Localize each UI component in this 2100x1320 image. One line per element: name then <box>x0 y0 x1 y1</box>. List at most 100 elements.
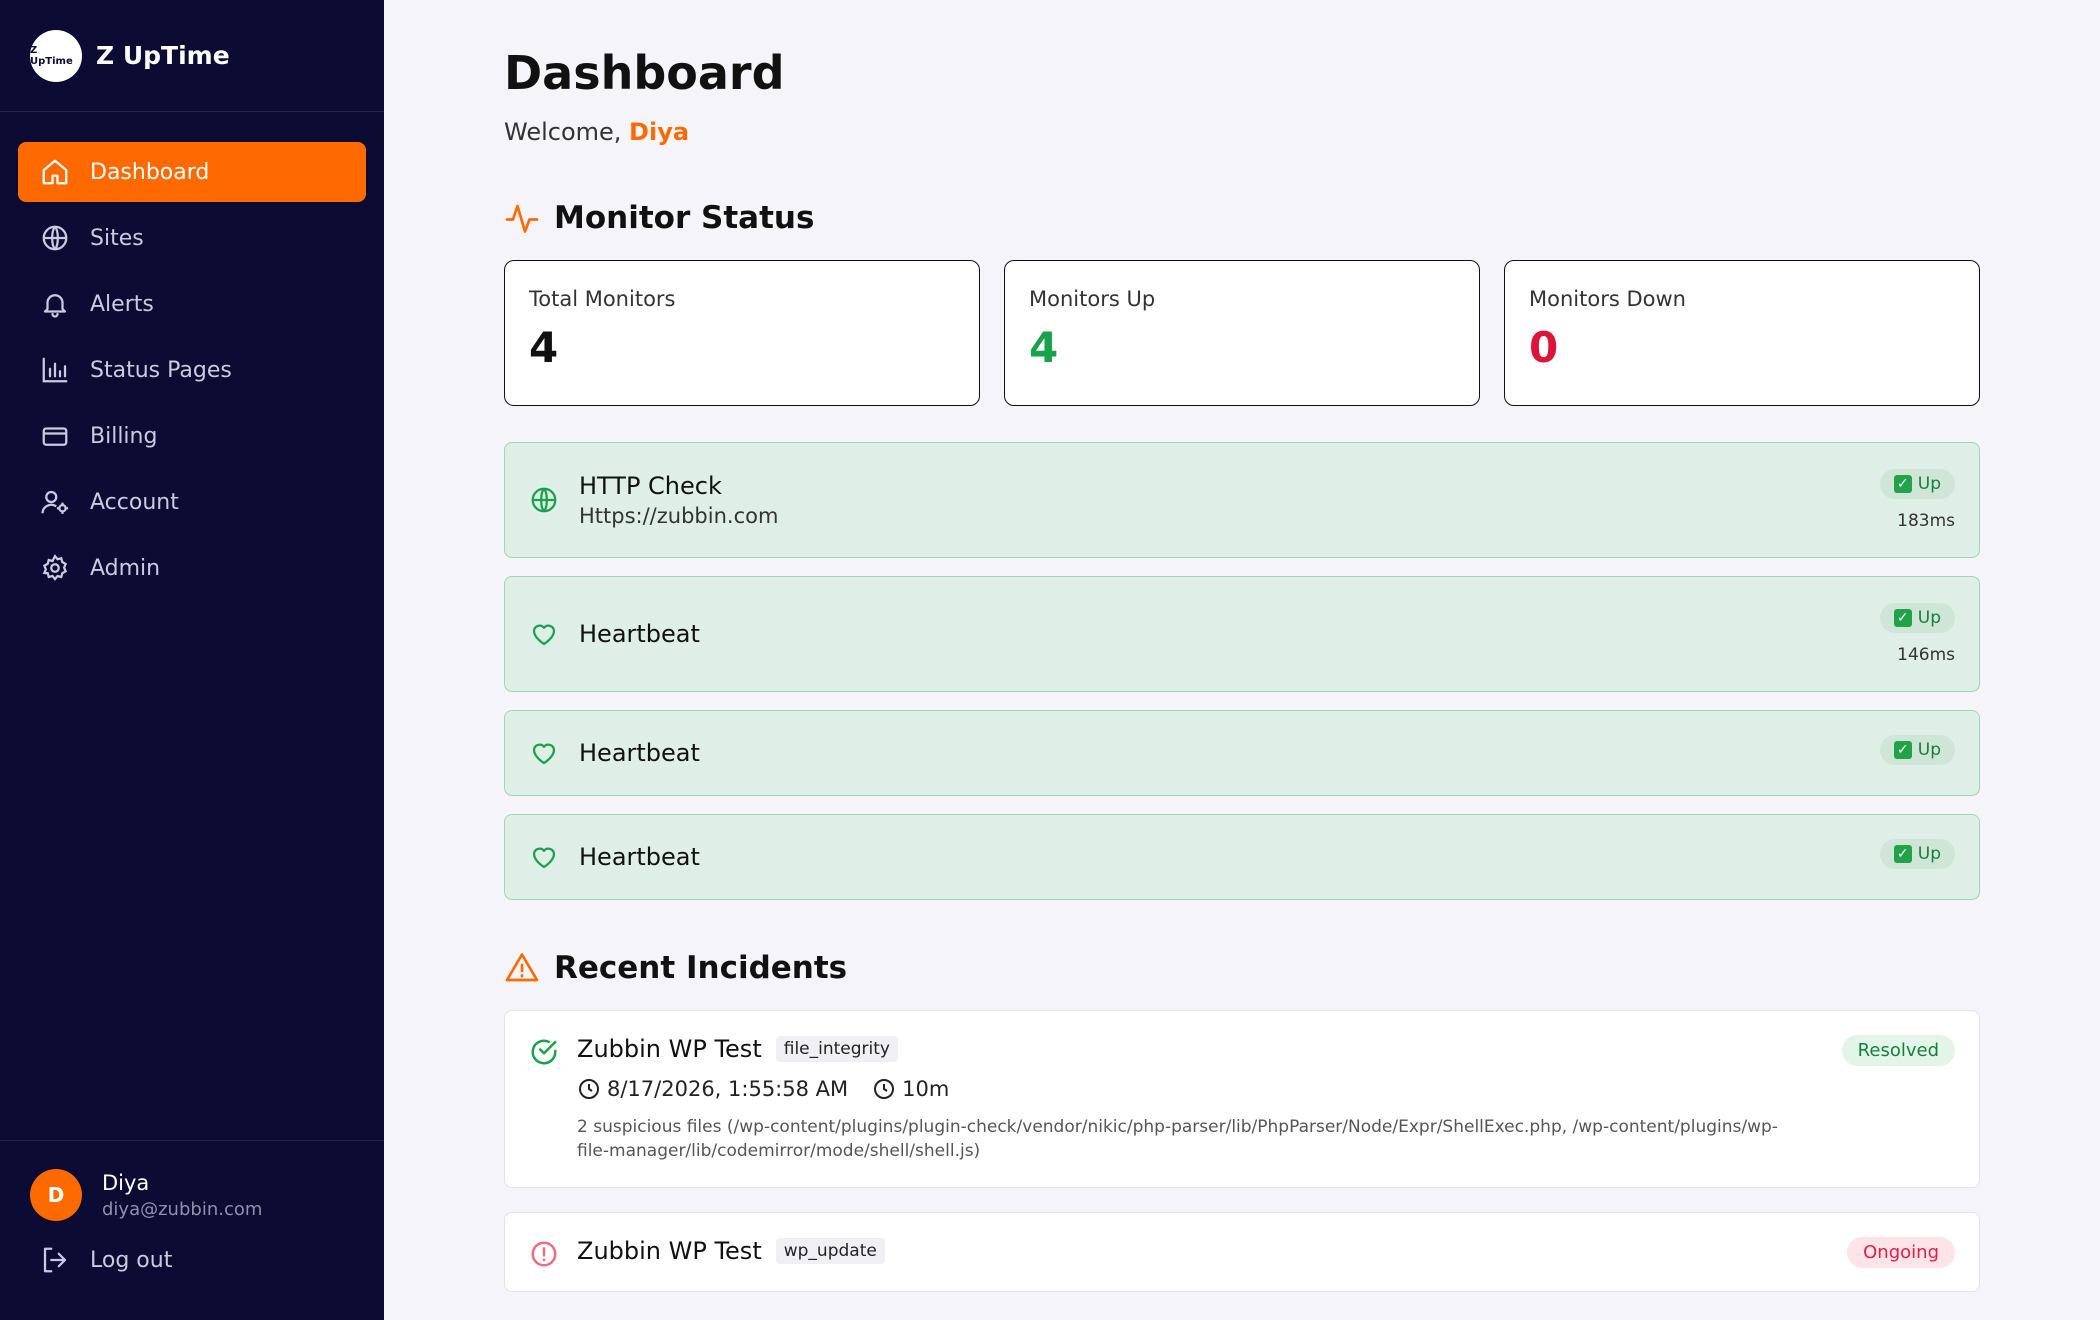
stat-label: Monitors Up <box>1029 287 1156 311</box>
check-circle-icon <box>531 1039 557 1065</box>
logout-button[interactable]: Log out <box>40 1245 384 1275</box>
user-name: Diya <box>102 1170 150 1195</box>
avatar: D <box>30 1169 82 1221</box>
monitor-name: HTTP Check <box>579 472 722 500</box>
incident-header: Zubbin WP Test file_integrity <box>577 1035 1955 1063</box>
check-icon: ✓ <box>1893 845 1912 863</box>
monitor-row[interactable]: HTTP Check Https://zubbin.com ✓ Up 183ms <box>504 442 1980 558</box>
monitor-name: Heartbeat <box>579 739 700 767</box>
incident-header: Zubbin WP Test wp_update <box>577 1237 1955 1265</box>
monitor-name: Heartbeat <box>579 620 700 648</box>
status-label: Up <box>1917 844 1941 864</box>
stat-monitors-down: Monitors Down 0 <box>1504 260 1980 406</box>
status-label: Up <box>1917 608 1941 628</box>
welcome-message: Welcome, Diya <box>504 118 1980 146</box>
incident-duration-wrap: 10m <box>872 1077 949 1101</box>
incident-meta: 8/17/2026, 1:55:58 AM 10m <box>577 1077 1955 1101</box>
sidebar-item-admin[interactable]: Admin <box>18 538 366 598</box>
bell-icon <box>43 294 67 318</box>
clock-icon <box>579 1079 599 1099</box>
sidebar-item-alerts[interactable]: Alerts <box>18 274 366 334</box>
logout-icon <box>43 1247 67 1273</box>
stat-value: 4 <box>1029 323 1059 372</box>
sidebar-item-account[interactable]: Account <box>18 472 366 532</box>
sidebar-item-label: Admin <box>90 555 161 581</box>
sidebar-footer: D Diya diya@zubbin.com Log out <box>0 1140 384 1320</box>
sidebar-nav: Dashboard Sites Alerts Status Pages Bill… <box>0 112 384 598</box>
sidebar-item-dashboard[interactable]: Dashboard <box>18 142 366 202</box>
user-gear-icon <box>41 490 69 514</box>
incident-status-badge: Resolved <box>1841 1035 1955 1066</box>
brand[interactable]: Z UpTime Z UpTime <box>0 0 384 112</box>
sidebar-item-label: Status Pages <box>90 357 232 383</box>
stat-label: Total Monitors <box>529 287 676 311</box>
heart-icon <box>532 624 556 646</box>
gear-icon <box>42 554 68 581</box>
page-title: Dashboard <box>504 46 785 100</box>
status-badge: ✓ Up <box>1879 735 1955 765</box>
monitor-info: HTTP Check Https://zubbin.com <box>579 472 778 528</box>
latency: 146ms <box>1897 645 1955 665</box>
status-label: Up <box>1917 740 1941 760</box>
main-content: Dashboard Welcome, Diya Monitor Status T… <box>504 0 1980 1292</box>
incident-card[interactable]: Zubbin WP Test file_integrity Resolved 8… <box>504 1010 1980 1188</box>
incident-time: 8/17/2026, 1:55:58 AM <box>607 1077 849 1101</box>
sidebar-item-label: Account <box>90 489 179 515</box>
incident-type-tag: file_integrity <box>775 1036 898 1062</box>
heart-icon <box>532 743 556 765</box>
incident-duration: 10m <box>902 1077 950 1101</box>
home-icon <box>42 159 68 185</box>
sidebar-item-label: Sites <box>90 225 144 251</box>
stat-value: 4 <box>529 323 559 372</box>
check-icon: ✓ <box>1893 475 1912 493</box>
status-badge: ✓ Up <box>1879 603 1955 633</box>
heart-icon <box>532 847 556 869</box>
brand-logo-text: Z UpTime <box>30 44 73 67</box>
monitor-row[interactable]: Heartbeat ✓ Up <box>504 814 1980 900</box>
stat-value: 0 <box>1529 323 1559 372</box>
check-icon: ✓ <box>1893 609 1912 627</box>
monitor-url: Https://zubbin.com <box>579 504 779 528</box>
logout-label: Log out <box>90 1247 173 1273</box>
check-icon: ✓ <box>1893 741 1912 759</box>
monitor-stats: Total Monitors 4 Monitors Up 4 Monitors … <box>504 260 1980 406</box>
monitor-status-title: Monitor Status <box>554 200 815 236</box>
welcome-name: Diya <box>629 118 690 146</box>
monitor-list: HTTP Check Https://zubbin.com ✓ Up 183ms … <box>504 442 1980 900</box>
activity-icon <box>505 204 539 233</box>
sidebar-item-label: Billing <box>90 423 158 449</box>
alert-circle-icon <box>531 1241 557 1267</box>
incident-status-badge: Ongoing <box>1847 1237 1955 1268</box>
user-info: Diya diya@zubbin.com <box>102 1171 262 1220</box>
monitor-status-heading: Monitor Status <box>504 200 1980 236</box>
stat-label: Monitors Down <box>1529 287 1686 311</box>
brand-name: Z UpTime <box>96 41 230 70</box>
monitor-row[interactable]: Heartbeat ✓ Up 146ms <box>504 576 1980 692</box>
recent-incidents-heading: Recent Incidents <box>504 950 1980 986</box>
user-profile[interactable]: D Diya diya@zubbin.com <box>0 1141 384 1221</box>
status-badge: ✓ Up <box>1879 839 1955 869</box>
recent-incidents-title: Recent Incidents <box>554 950 848 986</box>
incident-description: 2 suspicious files (/wp-content/plugins/… <box>577 1117 1778 1161</box>
bar-chart-icon <box>42 357 68 383</box>
globe-icon <box>42 225 68 251</box>
monitor-row[interactable]: Heartbeat ✓ Up <box>504 710 1980 796</box>
monitor-name: Heartbeat <box>579 843 700 871</box>
sidebar-item-status-pages[interactable]: Status Pages <box>18 340 366 400</box>
latency: 183ms <box>1897 511 1955 531</box>
welcome-prefix: Welcome, <box>504 118 630 146</box>
sidebar-item-sites[interactable]: Sites <box>18 208 366 268</box>
sidebar-item-billing[interactable]: Billing <box>18 406 366 466</box>
user-email: diya@zubbin.com <box>102 1198 263 1220</box>
globe-icon <box>531 487 557 513</box>
incident-name: Zubbin WP Test <box>577 1035 762 1063</box>
credit-card-icon <box>42 427 68 446</box>
stat-total-monitors: Total Monitors 4 <box>504 260 980 406</box>
incident-card[interactable]: Zubbin WP Test wp_update Ongoing <box>504 1212 1980 1292</box>
stat-monitors-up: Monitors Up 4 <box>1004 260 1480 406</box>
sidebar: Z UpTime Z UpTime Dashboard Sites Alerts… <box>0 0 384 1320</box>
sidebar-item-label: Alerts <box>90 291 154 317</box>
status-label: Up <box>1917 474 1941 494</box>
clock-icon <box>874 1079 895 1099</box>
sidebar-item-label: Dashboard <box>90 159 210 185</box>
